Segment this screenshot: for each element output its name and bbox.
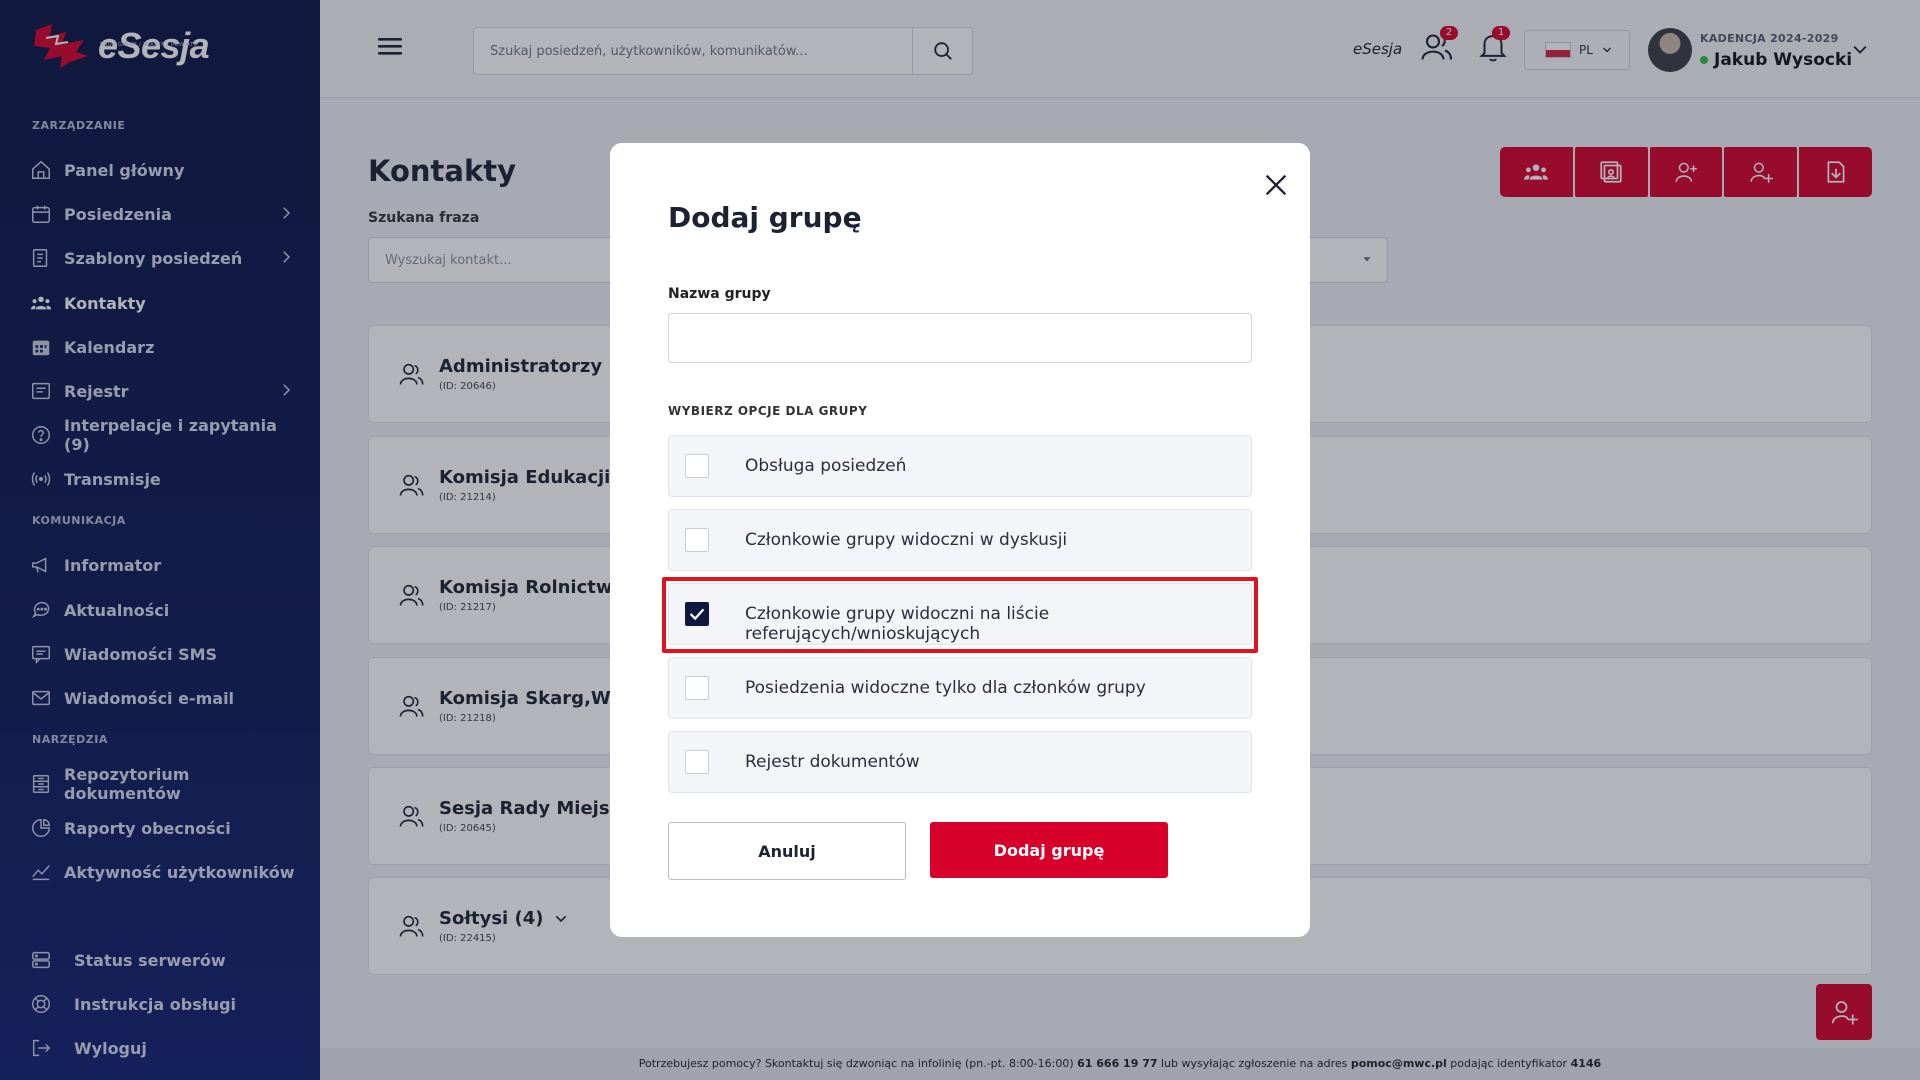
close-icon[interactable] [1262,171,1290,199]
modal-title: Dodaj grupę [668,201,862,234]
option-label: Rejestr dokumentów [745,752,920,772]
option-label: Posiedzenia widoczne tylko dla członków … [745,678,1146,698]
selection-highlight [662,577,1258,653]
option-checkbox[interactable] [685,750,709,774]
option-meetings-members-only[interactable]: Posiedzenia widoczne tylko dla członków … [668,657,1252,719]
option-meeting-service[interactable]: Obsługa posiedzeń [668,435,1252,497]
add-group-button[interactable]: Dodaj grupę [930,822,1168,878]
option-checkbox[interactable] [685,454,709,478]
option-label: Członkowie grupy widoczni w dyskusji [745,530,1068,550]
option-label: Obsługa posiedzeń [745,456,907,476]
option-checkbox[interactable] [685,528,709,552]
group-name-label: Nazwa grupy [668,286,771,302]
group-name-input[interactable] [668,313,1252,363]
option-visible-in-discussion[interactable]: Członkowie grupy widoczni w dyskusji [668,509,1252,571]
option-document-register[interactable]: Rejestr dokumentów [668,731,1252,793]
add-group-modal: Dodaj grupę Nazwa grupy WYBIERZ OPCJE DL… [610,143,1310,937]
cancel-button[interactable]: Anuluj [668,822,906,880]
option-checkbox[interactable] [685,676,709,700]
options-title: WYBIERZ OPCJE DLA GRUPY [668,404,868,418]
